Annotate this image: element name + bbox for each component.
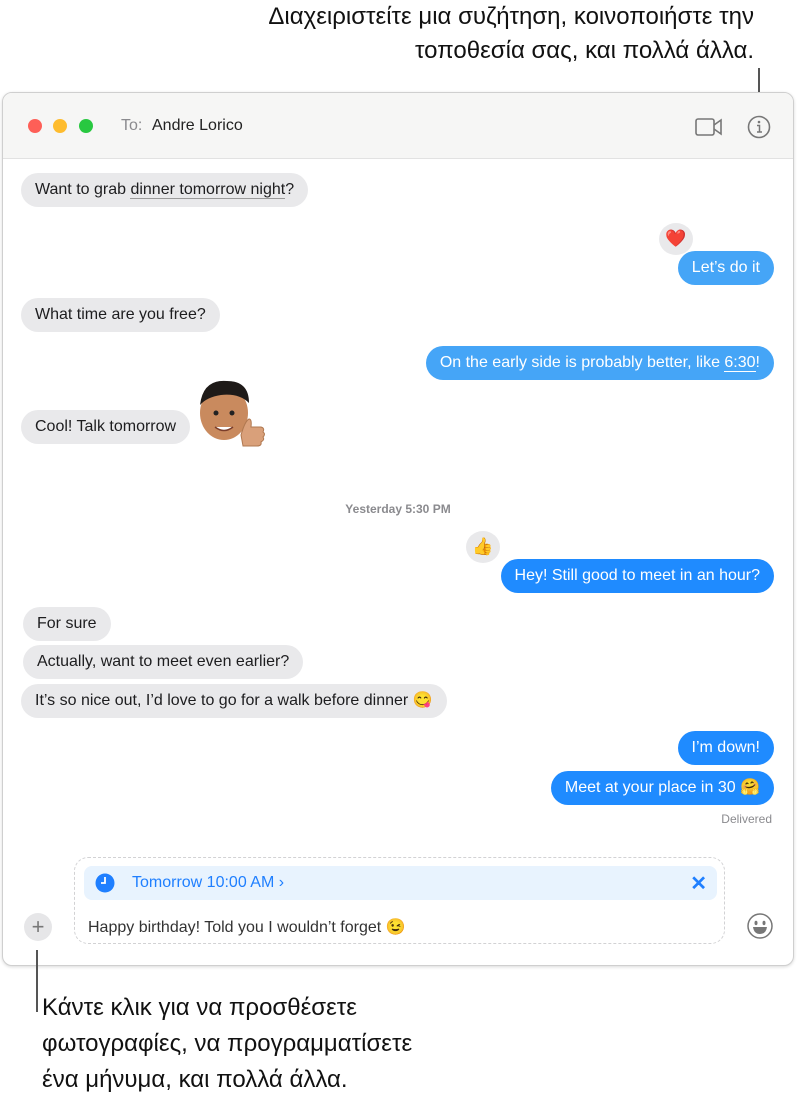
detected-link[interactable]: 6:30 [724, 354, 756, 372]
message-received[interactable]: For sure [23, 607, 111, 641]
callout-line [36, 950, 38, 1012]
info-icon[interactable] [747, 115, 771, 139]
message-received[interactable]: Actually, want to meet even earlier? [23, 645, 304, 679]
video-camera-icon[interactable] [695, 117, 723, 137]
callout-text: τοποθεσία σας, και πολλά άλλα. [415, 37, 754, 64]
compose-box[interactable]: Tomorrow 10:00 AM › ✕ Happy birthday! To… [74, 857, 725, 944]
thumbs-up-tapback[interactable]: 👍 [466, 531, 500, 563]
message-received[interactable]: What time are you free? [21, 298, 220, 332]
title-bar: To: Andre Lorico [3, 93, 793, 159]
message-received[interactable]: Want to grab dinner tomorrow night? [21, 173, 309, 207]
delivery-status: Delivered [721, 812, 772, 826]
clock-icon [95, 873, 115, 893]
callout-text: Διαχειριστείτε μια συζήτηση, κοινοποιήστ… [268, 3, 754, 30]
memoji-sticker [200, 380, 265, 447]
message-sent[interactable]: Let’s do it [677, 251, 774, 285]
message-sent[interactable]: I’m down! [677, 731, 774, 765]
message-sent[interactable]: Hey! Still good to meet in an hour? [500, 559, 774, 593]
heart-tapback[interactable]: ❤️ [659, 223, 693, 255]
callout-text: φωτογραφίες, να προγραμματίσετε [42, 1030, 413, 1057]
to-label: To: [121, 117, 143, 134]
close-icon[interactable]: ✕ [690, 871, 707, 896]
message-sent[interactable]: On the early side is probably better, li… [425, 346, 774, 380]
recipient-field[interactable]: Andre Lorico [152, 117, 243, 135]
minimize-window-button[interactable] [53, 119, 67, 133]
timestamp: Yesterday 5:30 PM [345, 502, 451, 516]
zoom-window-button[interactable] [79, 119, 93, 133]
messages-window: To: Andre Lorico Want to grab dinner tom… [2, 92, 794, 966]
callout-bottom: Κάντε κλικ για να προσθέσετε φωτογραφίες… [42, 990, 412, 1098]
callout-text: ένα μήνυμα, και πολλά άλλα. [42, 1066, 348, 1093]
scheduled-send-bar[interactable]: Tomorrow 10:00 AM › ✕ [84, 866, 717, 900]
message-sent[interactable]: Meet at your place in 30 🤗 [550, 771, 774, 805]
callout-text: Κάντε κλικ για να προσθέσετε [42, 994, 357, 1021]
plus-icon[interactable]: + [24, 913, 52, 941]
schedule-time[interactable]: Tomorrow 10:00 AM › [132, 874, 284, 892]
message-received[interactable]: It’s so nice out, I’d love to go for a w… [21, 684, 447, 718]
callout-top: Διαχειριστείτε μια συζήτηση, κοινοποιήστ… [268, 0, 754, 68]
message-received[interactable]: Cool! Talk tomorrow [21, 410, 191, 444]
message-input[interactable]: Happy birthday! Told you I wouldn’t forg… [88, 917, 406, 937]
emoji-icon[interactable] [747, 913, 773, 939]
detected-link[interactable]: dinner tomorrow night [130, 181, 286, 199]
close-window-button[interactable] [28, 119, 42, 133]
